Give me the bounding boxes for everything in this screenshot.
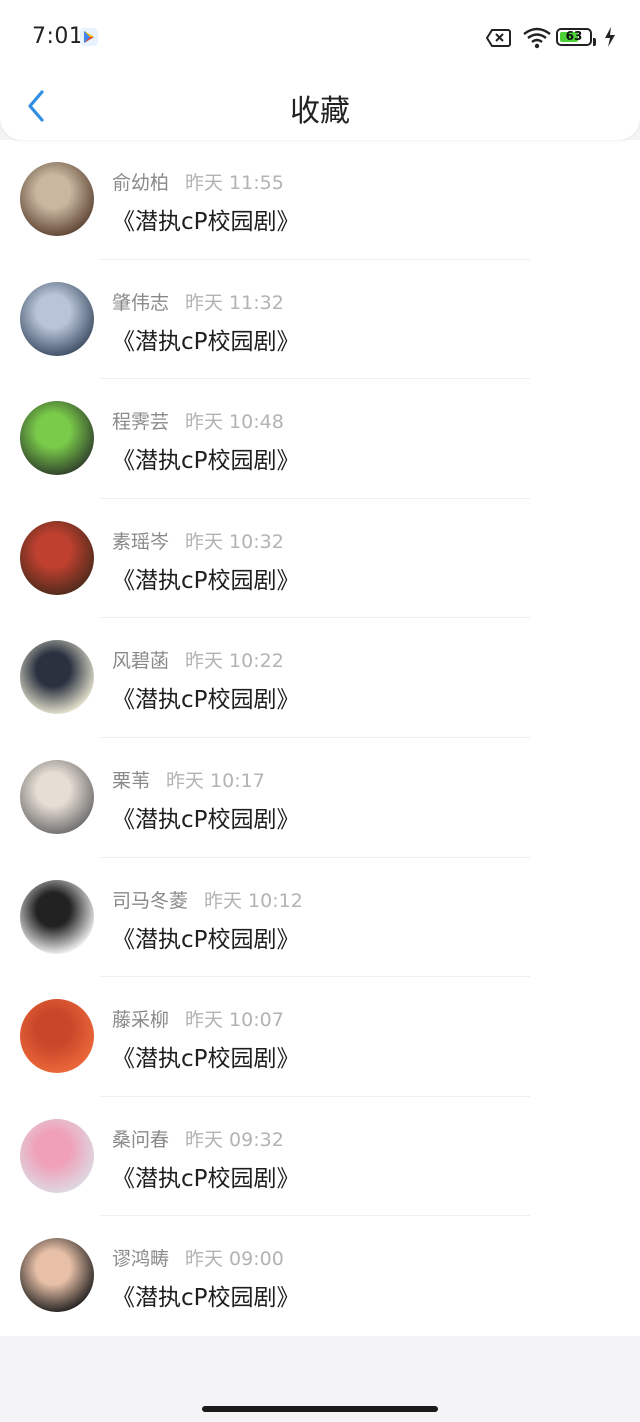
avatar [20, 1238, 94, 1313]
user-name: 司马冬菱 [112, 889, 189, 912]
user-name: 风碧菡 [112, 650, 170, 673]
item-title: 《潜执cP校园剧》 [112, 567, 300, 594]
favorite-item[interactable]: 桑问春 昨天 09:32 《潜执cP校园剧》 [0, 1097, 640, 1217]
favorite-item[interactable]: 素瑶岑 昨天 10:32 《潜执cP校园剧》 [0, 499, 640, 619]
item-title: 《潜执cP校园剧》 [112, 209, 300, 235]
item-title: 《潜执cP校园剧》 [112, 806, 300, 833]
avatar [20, 401, 94, 476]
avatar [20, 640, 94, 715]
avatar [20, 879, 94, 954]
no-sim-icon [485, 28, 512, 52]
battery-indicator: 63 [556, 28, 596, 46]
avatar [20, 1118, 94, 1193]
item-meta: 桑问春 昨天 09:32 [112, 1125, 284, 1152]
item-title: 《潜执cP校园剧》 [112, 328, 300, 355]
favorite-item[interactable]: 风碧菡 昨天 10:22 《潜执cP校园剧》 [0, 618, 640, 738]
user-name: 肇伟志 [112, 291, 170, 314]
page-title: 收藏 [290, 94, 350, 129]
item-title: 《潜执cP校园剧》 [112, 1285, 300, 1312]
favorite-item[interactable]: 俞幼柏 昨天 11:55 《潜执cP校园剧》 [0, 140, 640, 260]
item-meta: 俞幼柏 昨天 11:55 [112, 168, 284, 195]
status-time: 7:01 [32, 24, 84, 49]
favorites-list: 俞幼柏 昨天 11:55 《潜执cP校园剧》 肇伟志 昨天 11:32 《潜执cP校… [0, 140, 640, 1336]
item-title: 《潜执cP校园剧》 [112, 1165, 300, 1192]
battery-percent: 63 [565, 29, 583, 43]
item-time: 昨天 10:48 [185, 411, 284, 434]
item-time: 昨天 10:07 [185, 1009, 284, 1032]
avatar [20, 281, 94, 356]
user-name: 桑问春 [112, 1128, 170, 1151]
item-time: 昨天 11:32 [185, 291, 284, 314]
item-meta: 程霁芸 昨天 10:48 [112, 407, 284, 434]
avatar [20, 999, 94, 1074]
item-meta: 素瑶岑 昨天 10:32 [112, 527, 284, 554]
item-meta: 栗苇 昨天 10:17 [112, 766, 265, 793]
charging-icon [604, 26, 616, 52]
user-name: 素瑶岑 [112, 530, 170, 553]
favorite-item[interactable]: 谬鸿畴 昨天 09:00 《潜执cP校园剧》 [0, 1216, 640, 1336]
play-store-icon [80, 28, 98, 46]
item-time: 昨天 09:00 [185, 1248, 284, 1271]
avatar [20, 520, 94, 595]
item-meta: 藤采柳 昨天 10:07 [112, 1005, 284, 1032]
item-time: 昨天 10:17 [166, 769, 265, 792]
avatar [20, 162, 94, 236]
item-time: 昨天 09:32 [185, 1128, 284, 1151]
item-title: 《潜执cP校园剧》 [112, 448, 300, 475]
app-header: 7:01 63 收藏 [0, 0, 640, 140]
favorite-item[interactable]: 肇伟志 昨天 11:32 《潜执cP校园剧》 [0, 260, 640, 380]
favorite-item[interactable]: 程霁芸 昨天 10:48 《潜执cP校园剧》 [0, 379, 640, 499]
item-title: 《潜执cP校园剧》 [112, 926, 300, 953]
item-time: 昨天 11:55 [185, 172, 284, 194]
favorite-item[interactable]: 司马冬菱 昨天 10:12 《潜执cP校园剧》 [0, 858, 640, 978]
item-title: 《潜执cP校园剧》 [112, 687, 300, 714]
user-name: 程霁芸 [112, 411, 170, 434]
user-name: 栗苇 [112, 769, 151, 792]
avatar [20, 759, 94, 834]
item-meta: 谬鸿畴 昨天 09:00 [112, 1244, 284, 1271]
favorite-item[interactable]: 栗苇 昨天 10:17 《潜执cP校园剧》 [0, 738, 640, 858]
item-time: 昨天 10:32 [185, 530, 284, 553]
home-indicator[interactable] [202, 1406, 438, 1412]
user-name: 藤采柳 [112, 1009, 170, 1032]
user-name: 俞幼柏 [112, 172, 170, 194]
item-title: 《潜执cP校园剧》 [112, 1046, 300, 1073]
item-meta: 肇伟志 昨天 11:32 [112, 288, 284, 315]
favorite-item[interactable]: 藤采柳 昨天 10:07 《潜执cP校园剧》 [0, 977, 640, 1097]
item-time: 昨天 10:12 [204, 889, 303, 912]
item-meta: 司马冬菱 昨天 10:12 [112, 886, 303, 913]
item-time: 昨天 10:22 [185, 650, 284, 673]
item-meta: 风碧菡 昨天 10:22 [112, 646, 284, 673]
wifi-icon [522, 26, 552, 54]
user-name: 谬鸿畴 [112, 1248, 170, 1271]
